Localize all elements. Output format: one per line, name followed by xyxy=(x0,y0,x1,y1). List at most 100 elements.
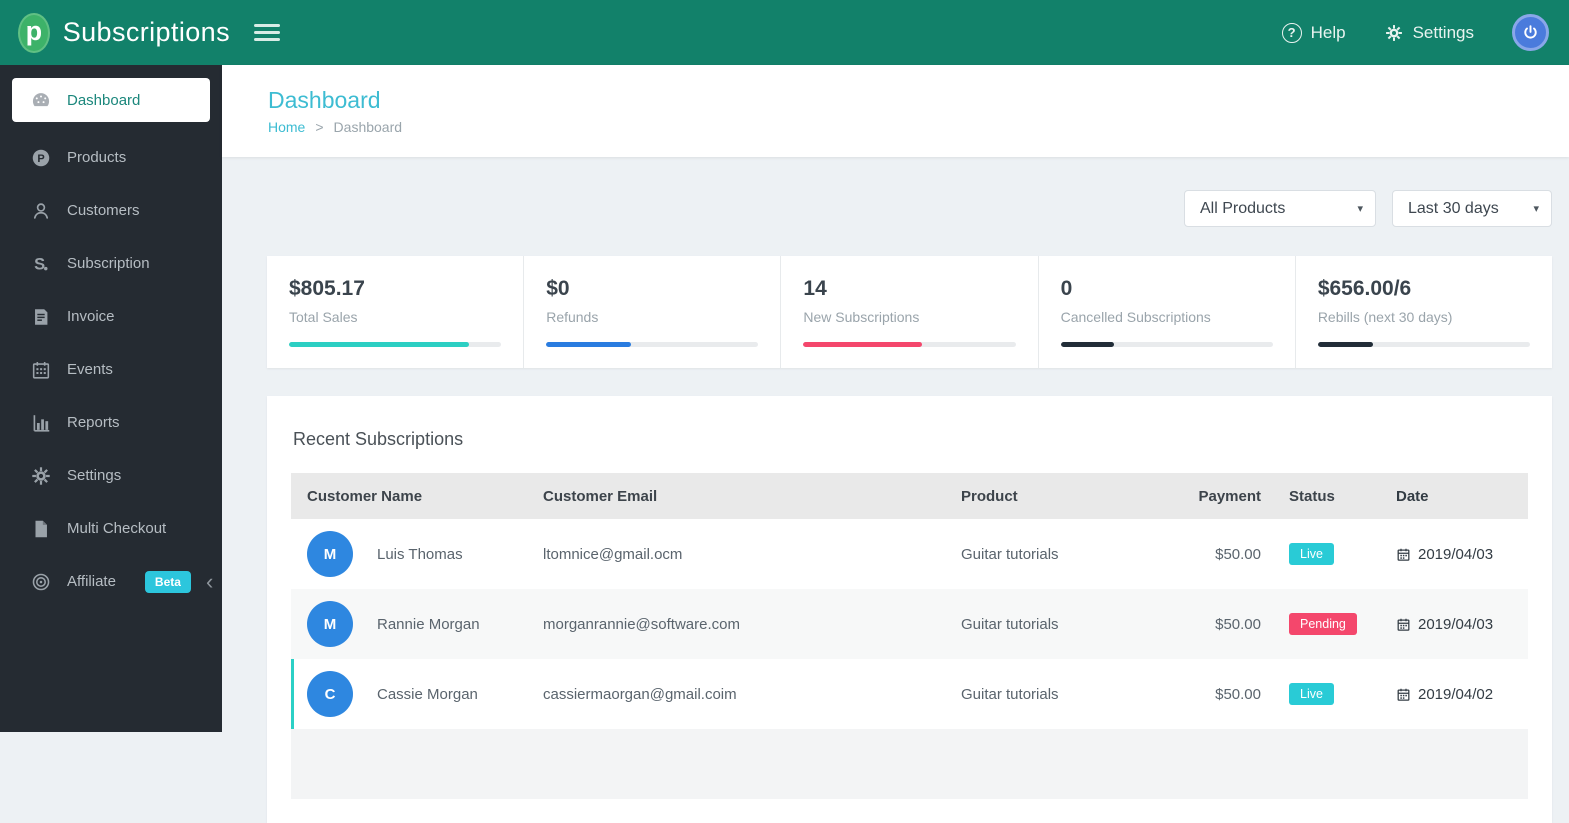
status-badge: Pending xyxy=(1289,613,1357,635)
sidebar-item-reports[interactable]: Reports xyxy=(0,396,222,449)
product-circle-p-icon: P xyxy=(30,147,52,169)
settings-label: Settings xyxy=(1412,22,1474,42)
progress-fill xyxy=(1317,342,1373,347)
help-label: Help xyxy=(1310,22,1346,42)
sidebar-item-label: Events xyxy=(67,361,113,378)
dashboard-gauge-icon xyxy=(30,89,52,111)
progress-fill xyxy=(546,342,632,347)
gear-icon xyxy=(1384,23,1404,43)
stat-label: Refunds xyxy=(546,309,599,325)
chevron-left-icon[interactable]: ‹ xyxy=(206,570,213,593)
main-content: Dashboard Home > Dashboard All Products … xyxy=(222,65,1569,823)
sidebar-item-events[interactable]: Events xyxy=(0,343,222,396)
page-header: Dashboard Home > Dashboard xyxy=(222,65,1569,157)
hamburger-icon xyxy=(254,24,280,41)
gear-icon xyxy=(30,465,52,487)
sidebar-item-customers[interactable]: Customers xyxy=(0,184,222,237)
stat-label: Rebills (next 30 days) xyxy=(1317,309,1453,325)
breadcrumb: Home > Dashboard xyxy=(268,119,1569,135)
column-header-date: Date xyxy=(1396,487,1429,505)
customer-email: morganrannie@software.com xyxy=(543,615,740,633)
progress-track xyxy=(289,342,502,347)
dashboard-content: All Products ▾ Last 30 days ▾ $805.17 To… xyxy=(222,157,1569,823)
app-window: p Subscriptions ? Help Settings Dashboar… xyxy=(0,0,1569,823)
product-filter-select[interactable]: All Products ▾ xyxy=(1184,190,1376,227)
column-header-payment: Payment xyxy=(1198,487,1261,505)
payment-amount: $50.00 xyxy=(1215,615,1261,633)
date-range-value: Last 30 days xyxy=(1408,199,1499,217)
table-row[interactable]: M Luis Thomas ltomnice@gmail.ocm Guitar … xyxy=(291,519,1528,589)
customer-name: Luis Thomas xyxy=(377,545,463,563)
sidebar-item-settings[interactable]: Settings xyxy=(0,449,222,502)
sidebar-item-products[interactable]: P Products xyxy=(0,131,222,184)
stat-card-refunds: $0 Refunds xyxy=(524,256,782,368)
svg-text:P: P xyxy=(37,153,44,165)
caret-down-icon: ▾ xyxy=(1357,203,1363,215)
date-value: 2019/04/03 xyxy=(1418,545,1494,563)
sidebar: Dashboard P Products Customers S Subscri… xyxy=(0,65,222,732)
sidebar-item-label: Customers xyxy=(67,202,140,219)
brand-name: Subscriptions xyxy=(62,17,230,47)
sidebar-item-label: Subscription xyxy=(67,255,150,272)
sidebar-item-label: Dashboard xyxy=(67,91,141,109)
menu-toggle-button[interactable] xyxy=(248,14,286,51)
beta-badge: Beta xyxy=(144,570,191,593)
invoice-file-icon xyxy=(30,306,52,328)
progress-track xyxy=(1317,342,1531,347)
status-badge: Live xyxy=(1289,683,1334,705)
page-title: Dashboard xyxy=(268,87,381,113)
date-cell: 2019/04/02 xyxy=(1396,686,1528,703)
column-header-product: Product xyxy=(961,487,1018,505)
person-icon xyxy=(30,200,52,222)
recent-subscriptions-panel: Recent Subscriptions Customer Name Custo… xyxy=(267,396,1552,823)
breadcrumb-home-link[interactable]: Home xyxy=(268,119,305,135)
help-button[interactable]: ? Help xyxy=(1281,22,1346,43)
sidebar-item-dashboard[interactable]: Dashboard xyxy=(12,78,210,122)
sidebar-item-label: Products xyxy=(67,149,127,166)
sidebar-item-affiliate[interactable]: Affiliate Beta ‹ xyxy=(0,555,222,608)
logo-letter: p xyxy=(25,16,43,46)
progress-fill xyxy=(289,342,470,347)
settings-button[interactable]: Settings xyxy=(1384,23,1474,43)
table-row[interactable]: C Cassie Morgan cassiermaorgan@gmail.coi… xyxy=(291,659,1528,729)
customer-name: Cassie Morgan xyxy=(377,685,478,703)
table-row[interactable]: M Rannie Morgan morganrannie@software.co… xyxy=(291,589,1528,659)
letter-s-icon: S xyxy=(30,253,52,275)
calendar-icon xyxy=(30,359,52,381)
sidebar-item-label: Settings xyxy=(67,467,122,484)
date-range-select[interactable]: Last 30 days ▾ xyxy=(1392,190,1552,227)
file-icon xyxy=(30,518,52,540)
stat-value: 14 xyxy=(803,277,827,300)
progress-track xyxy=(546,342,759,347)
status-badge: Live xyxy=(1289,543,1334,565)
product-name: Guitar tutorials xyxy=(961,615,1059,633)
stat-label: Cancelled Subscriptions xyxy=(1060,309,1211,325)
sidebar-item-label: Affiliate xyxy=(67,573,116,590)
progress-fill xyxy=(1060,342,1114,347)
bar-chart-icon xyxy=(30,412,52,434)
stat-value: $0 xyxy=(546,277,570,300)
product-name: Guitar tutorials xyxy=(961,545,1059,563)
sidebar-item-label: Invoice xyxy=(67,308,115,325)
progress-track xyxy=(1060,342,1273,347)
logout-power-button[interactable] xyxy=(1512,14,1549,51)
stat-value: $805.17 xyxy=(289,277,365,300)
calendar-icon xyxy=(1396,687,1411,702)
power-icon xyxy=(1524,25,1537,39)
avatar: M xyxy=(307,531,353,577)
stats-cards-row: $805.17 Total Sales $0 Refunds 14 New Su… xyxy=(267,256,1552,368)
sidebar-item-subscription[interactable]: S Subscription xyxy=(0,237,222,290)
stat-card-cancelled-subscriptions: 0 Cancelled Subscriptions xyxy=(1039,256,1296,368)
breadcrumb-separator: > xyxy=(315,119,324,135)
sidebar-item-multi-checkout[interactable]: Multi Checkout xyxy=(0,502,222,555)
stat-card-rebills: $656.00/6 Rebills (next 30 days) xyxy=(1296,256,1552,368)
brand[interactable]: p Subscriptions xyxy=(0,12,230,53)
topbar: p Subscriptions ? Help Settings xyxy=(0,0,1569,65)
sidebar-item-label: Multi Checkout xyxy=(67,520,167,537)
column-header-customer-name: Customer Name xyxy=(307,487,423,505)
date-cell: 2019/04/03 xyxy=(1396,546,1528,563)
caret-down-icon: ▾ xyxy=(1533,203,1539,215)
column-header-status: Status xyxy=(1289,487,1335,505)
sidebar-item-invoice[interactable]: Invoice xyxy=(0,290,222,343)
panel-title: Recent Subscriptions xyxy=(293,429,464,449)
